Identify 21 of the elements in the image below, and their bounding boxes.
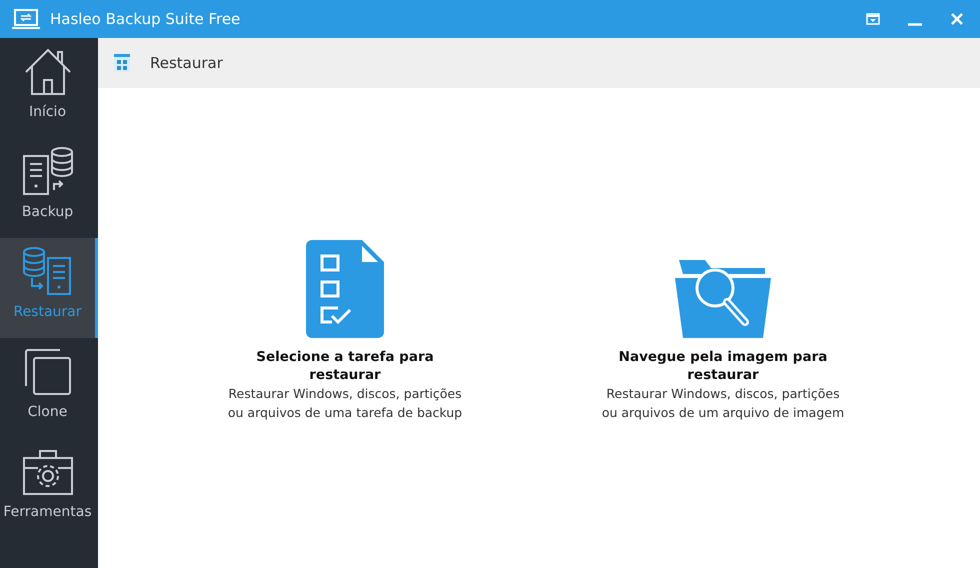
database-server-icon <box>22 246 74 298</box>
minimize-icon <box>908 22 922 26</box>
calendar-icon <box>114 54 130 72</box>
page-title: Restaurar <box>150 54 223 72</box>
option-title: Navegue pela imagem para restaurar <box>618 348 828 384</box>
option-description: Restaurar Windows, discos, partições ou arquivos de um arquivo de imagem <box>600 385 846 422</box>
window-title: Hasleo Backup Suite Free <box>50 10 242 28</box>
sidebar-item[interactable]: Backup <box>0 138 98 238</box>
close-icon <box>950 12 964 26</box>
sidebar-item[interactable]: Ferramentas <box>0 438 98 538</box>
laptop-icon <box>12 9 40 29</box>
folder-search-icon <box>675 260 771 338</box>
sidebar-item[interactable]: Início <box>0 38 98 138</box>
checklist-document-icon <box>306 240 384 338</box>
sidebar-item[interactable]: Clone <box>0 338 98 438</box>
restore-option[interactable]: Navegue pela imagem para restaurar Restaurar Windows, discos, partições ou arquivos de um arquivo de imagem <box>589 240 857 568</box>
restore-option[interactable]: Selecione a tarefa para restaurar Restaurar Windows, discos, partições ou arquivos de uma tarefa de backup <box>211 240 479 568</box>
dropdown-window-icon <box>866 13 880 25</box>
server-database-icon <box>22 146 74 198</box>
option-title: Selecione a tarefa para restaurar <box>255 348 435 384</box>
option-description: Restaurar Windows, discos, partições ou arquivos de uma tarefa de backup <box>226 385 464 422</box>
